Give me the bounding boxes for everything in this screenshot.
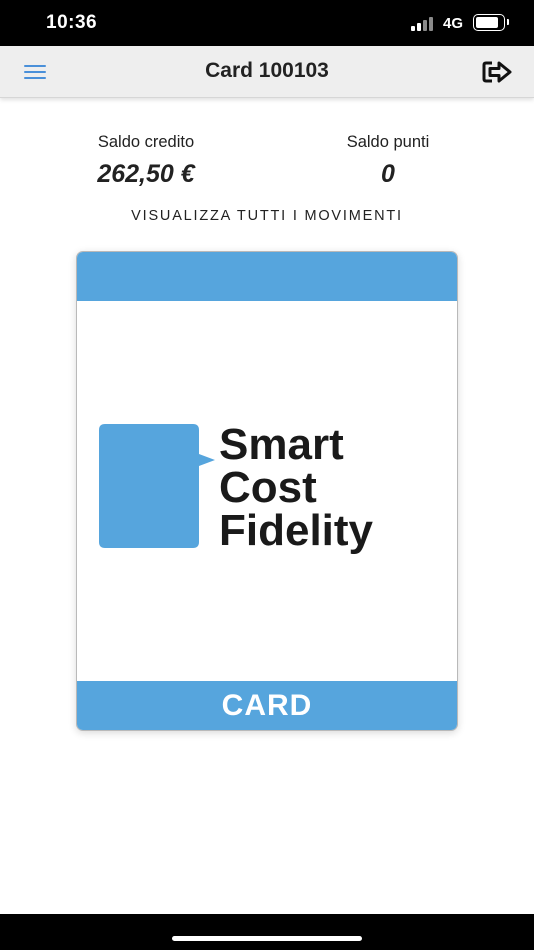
app-screen: 10:36 4G Card 100103 Saldo credito 262,5… [0, 0, 534, 950]
status-bar: 10:36 4G [0, 0, 534, 46]
points-balance-label: Saldo punti [346, 133, 430, 151]
logo-line: Cost [219, 463, 317, 512]
fidelity-card-image[interactable]: Smart Cost Fidelity CARD [76, 251, 458, 731]
home-indicator[interactable] [172, 936, 362, 941]
speech-bubble-logo-icon [99, 424, 215, 548]
logo-line: Smart [219, 420, 344, 469]
view-all-movements-link[interactable]: VISUALIZZA TUTTI I MOVIMENTI [0, 208, 534, 224]
signal-bars-icon [411, 17, 437, 31]
credit-balance-value: 262,50 € [97, 160, 195, 188]
logout-arrow-icon [482, 61, 512, 83]
home-indicator-bar [0, 914, 534, 950]
network-type: 4G [443, 15, 464, 32]
logout-button[interactable] [481, 58, 515, 86]
logo-line: Fidelity [219, 506, 374, 555]
points-balance-value: 0 [381, 160, 395, 188]
card-bottom-band: CARD [77, 681, 457, 730]
status-time: 10:36 [46, 12, 98, 33]
card-top-band [77, 252, 457, 301]
card-label: CARD [221, 688, 313, 722]
battery-icon [473, 14, 509, 31]
app-header: Card 100103 [0, 46, 534, 98]
page-title: Card 100103 [205, 59, 329, 82]
card-logo-text: Smart Cost Fidelity [219, 420, 374, 555]
credit-balance-label: Saldo credito [97, 133, 195, 151]
